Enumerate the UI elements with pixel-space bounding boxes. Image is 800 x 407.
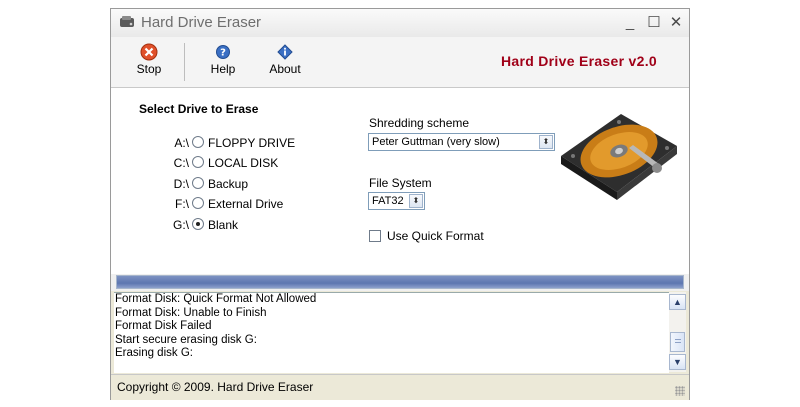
drive-radio[interactable]: [192, 156, 204, 168]
info-icon: [277, 44, 293, 60]
help-button[interactable]: ? Help: [205, 41, 241, 83]
progress-bar: [116, 275, 684, 289]
progress-area: [111, 274, 689, 291]
drive-letter: A:\: [174, 136, 189, 150]
log-line: Format Disk: Unable to Finish: [115, 306, 267, 319]
close-button[interactable]: ✕: [667, 14, 685, 32]
status-bar: Copyright © 2009. Hard Drive Eraser: [111, 374, 689, 400]
scroll-down-button[interactable]: ▼: [669, 354, 686, 370]
log-scrollbar[interactable]: ▲ ▼: [669, 292, 686, 372]
file-system-label: File System: [369, 176, 432, 190]
drive-label: FLOPPY DRIVE: [208, 136, 296, 150]
quick-format-label: Use Quick Format: [387, 229, 484, 243]
app-window: Hard Drive Eraser _ ☐ ✕ Stop ? Help Abou…: [110, 8, 690, 400]
drive-section-title: Select Drive to Erase: [139, 102, 259, 116]
drive-letter: G:\: [172, 218, 189, 232]
chevron-down-icon[interactable]: ⬍: [409, 194, 423, 208]
scroll-thumb[interactable]: [670, 332, 685, 352]
minimize-button[interactable]: _: [621, 14, 639, 32]
drive-radio[interactable]: [192, 177, 204, 189]
about-button[interactable]: About: [265, 41, 305, 83]
shredding-scheme-select[interactable]: Peter Guttman (very slow) ⬍: [368, 133, 555, 151]
log-line: Erasing disk G:: [115, 347, 193, 359]
stop-button[interactable]: Stop: [131, 41, 167, 83]
main-panel: Select Drive to Erase A:\ FLOPPY DRIVE C…: [111, 88, 689, 274]
shredding-scheme-value: Peter Guttman (very slow): [372, 136, 500, 148]
toolbar-separator: [184, 43, 185, 81]
drive-label: LOCAL DISK: [208, 156, 279, 170]
shredding-scheme-label: Shredding scheme: [369, 116, 470, 130]
drive-letter: D:\: [173, 177, 189, 191]
drive-label: Blank: [208, 218, 239, 232]
stop-label: Stop: [136, 62, 162, 76]
file-system-value: FAT32: [372, 195, 404, 207]
drive-radio[interactable]: [192, 218, 204, 230]
toolbar: Stop ? Help About Hard Drive Eraser v2.0: [111, 37, 689, 88]
stop-icon: [140, 43, 158, 61]
brand-title: Hard Drive Eraser v2.0: [500, 53, 657, 69]
svg-text:?: ?: [220, 48, 226, 59]
title-bar[interactable]: Hard Drive Eraser _ ☐ ✕: [111, 9, 689, 38]
drive-radio[interactable]: [192, 136, 204, 148]
drive-label: Backup: [208, 177, 249, 191]
about-label: About: [269, 62, 301, 76]
drive-label: External Drive: [208, 197, 284, 211]
help-icon: ?: [216, 45, 230, 59]
log-line: Start secure erasing disk G:: [115, 333, 257, 346]
scroll-up-button[interactable]: ▲: [669, 294, 686, 310]
drive-letter: C:\: [173, 156, 189, 170]
resize-grip[interactable]: [675, 386, 685, 396]
copyright-text: Copyright © 2009. Hard Drive Eraser: [117, 380, 314, 394]
drive-radio[interactable]: [192, 197, 204, 209]
drive-letter: F:\: [175, 197, 189, 211]
quick-format-checkbox[interactable]: [369, 230, 381, 242]
log-panel[interactable]: Format Disk: Quick Format Not Allowed Fo…: [114, 292, 669, 373]
log-line: Format Disk: Quick Format Not Allowed: [115, 293, 317, 305]
help-label: Help: [210, 62, 236, 76]
hard-drive-image: [561, 114, 677, 200]
log-line: Format Disk Failed: [115, 320, 212, 332]
maximize-button[interactable]: ☐: [645, 14, 663, 32]
app-icon: [120, 16, 134, 27]
file-system-select[interactable]: FAT32 ⬍: [368, 192, 425, 210]
window-title: Hard Drive Eraser: [141, 14, 262, 31]
